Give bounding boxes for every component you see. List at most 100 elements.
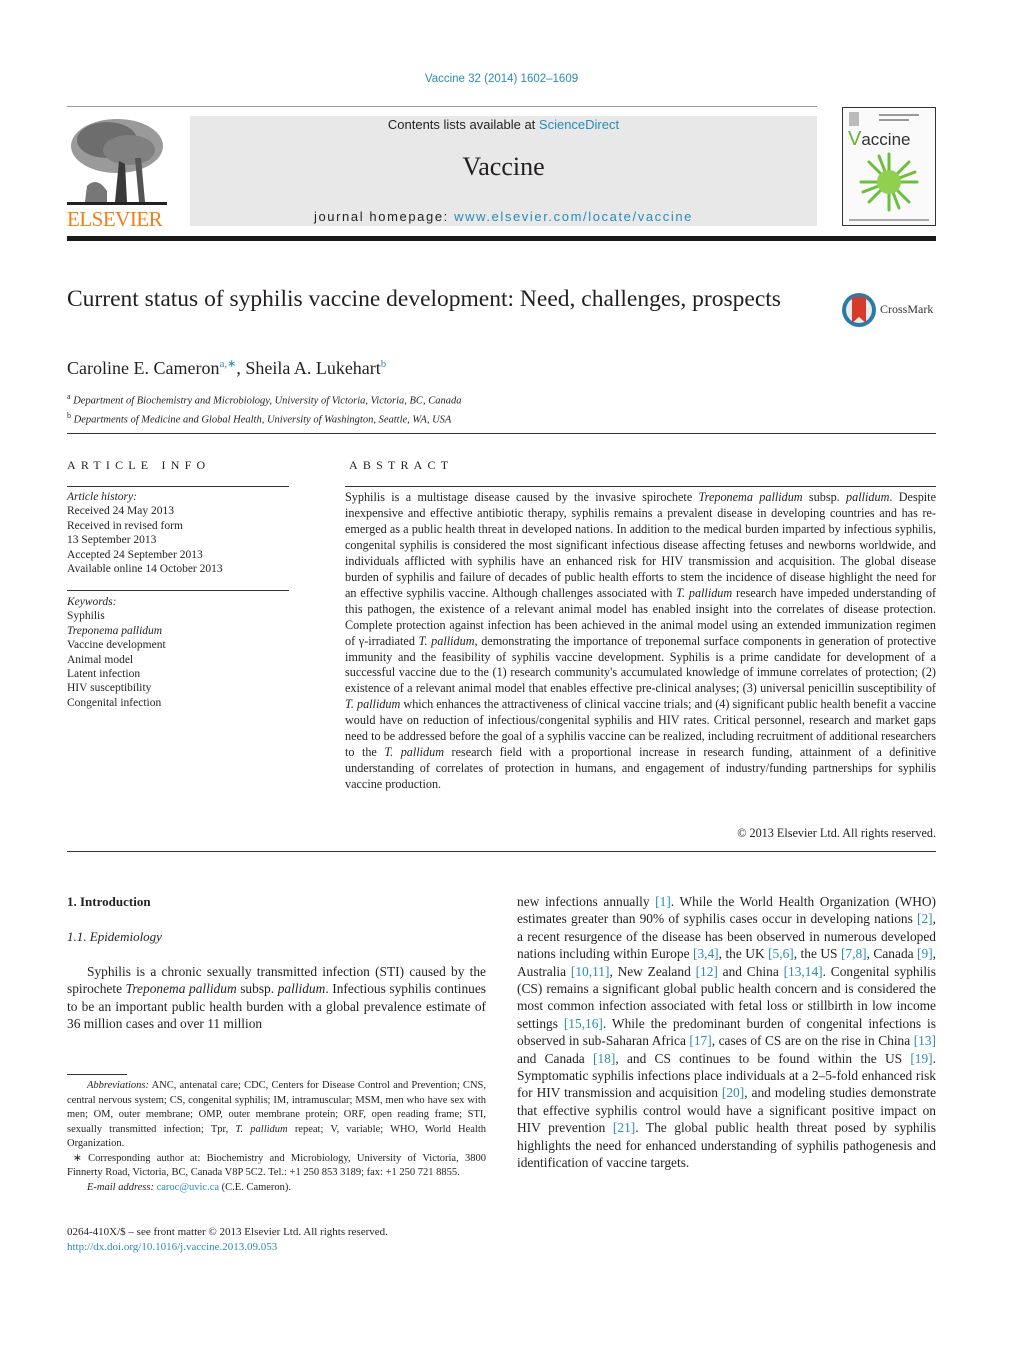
citation-link[interactable]: [10,11] bbox=[571, 964, 610, 979]
crossmark-label: CrossMark bbox=[880, 302, 934, 316]
text-run: Syphilis is a multistage disease caused … bbox=[345, 490, 699, 504]
affiliation-item: b Departments of Medicine and Global Hea… bbox=[67, 410, 452, 426]
affiliations: a Department of Biochemistry and Microbi… bbox=[67, 390, 461, 427]
author-separator: , bbox=[236, 358, 246, 378]
journal-homepage-link[interactable]: www.elsevier.com/locate/vaccine bbox=[454, 209, 693, 224]
italic-text: T. pallidum bbox=[418, 633, 475, 648]
cover-title: Vaccine bbox=[848, 128, 911, 150]
journal-masthead: Contents lists available at ScienceDirec… bbox=[190, 116, 817, 226]
citation-link[interactable]: [5,6] bbox=[768, 946, 794, 961]
text-run: subsp. bbox=[236, 981, 278, 997]
author-affiliation-mark[interactable]: b bbox=[381, 358, 387, 370]
subsection-heading: 1.1. Epidemiology bbox=[67, 929, 162, 944]
keywords: Keywords: Syphilis Treponema pallidum Vacc… bbox=[67, 595, 166, 710]
italic-text: Treponema pallidum bbox=[698, 490, 803, 504]
journal-name: Vaccine bbox=[462, 152, 545, 181]
header-rule bbox=[67, 106, 817, 107]
citation-link[interactable]: [20] bbox=[722, 1085, 744, 1100]
crossmark-button[interactable]: CrossMark bbox=[840, 291, 940, 329]
citation-link[interactable]: [13] bbox=[914, 1033, 936, 1048]
abstract-bottom-rule bbox=[67, 851, 936, 852]
cover-text-line bbox=[879, 119, 909, 121]
keyword-item: Vaccine development bbox=[67, 639, 166, 652]
text-run: , Canada bbox=[866, 946, 918, 962]
citation-link[interactable]: [15,16] bbox=[564, 1016, 603, 1031]
email-label: E-mail address: bbox=[87, 1181, 154, 1193]
text-run: , the US bbox=[793, 946, 841, 962]
abstract-text: Syphilis is a multistage disease caused … bbox=[345, 490, 936, 793]
keywords-rule bbox=[67, 590, 289, 591]
cover-elsevier-mini-logo bbox=[849, 112, 859, 126]
citation-link[interactable]: [1] bbox=[655, 894, 671, 909]
homepage-prefix: journal homepage: bbox=[313, 209, 455, 224]
issn-line: 0264-410X/$ – see front matter © 2013 El… bbox=[67, 1226, 388, 1238]
cover-footer-line bbox=[849, 219, 929, 221]
citation-link[interactable]: [7,8] bbox=[841, 946, 867, 961]
history-item: Received in revised form bbox=[67, 519, 183, 532]
italic-text: T. pallidum bbox=[676, 585, 733, 600]
front-matter: 0264-410X/$ – see front matter © 2013 El… bbox=[67, 1225, 388, 1255]
cover-text-line bbox=[879, 114, 919, 116]
article-history: Article history: Received 24 May 2013 Re… bbox=[67, 490, 223, 576]
text-run: , the UK bbox=[718, 946, 769, 962]
history-item: 13 September 2013 bbox=[67, 534, 157, 547]
citation-link[interactable]: [17] bbox=[689, 1033, 711, 1048]
article-info-heading: ARTICLE INFO bbox=[67, 458, 211, 472]
citation-link[interactable]: [9] bbox=[917, 946, 933, 961]
author-affiliation-mark[interactable]: a,∗ bbox=[219, 358, 236, 370]
italic-text: Treponema pallidum bbox=[125, 981, 237, 997]
italic-text: T. pallidum bbox=[345, 697, 401, 712]
abbreviations-footnote: Abbreviations: ANC, antenatal care; CDC,… bbox=[67, 1079, 486, 1152]
article-title: Current status of syphilis vaccine devel… bbox=[67, 286, 781, 312]
crossmark-icon bbox=[842, 293, 876, 327]
contents-prefix: Contents lists available at bbox=[387, 117, 539, 132]
keyword-list: Syphilis Treponema pallidum Vaccine develo… bbox=[67, 609, 166, 710]
doi-link[interactable]: http://dx.doi.org/10.1016/j.vaccine.2013… bbox=[67, 1241, 277, 1253]
history-item: Available online 14 October 2013 bbox=[67, 563, 223, 576]
author-name[interactable]: Caroline E. Cameron bbox=[67, 358, 219, 378]
keyword-item: HIV susceptibility bbox=[67, 682, 152, 695]
text-run: , New Zealand bbox=[609, 963, 696, 979]
email-footnote: E-mail address: caroc@uvic.ca (C.E. Came… bbox=[67, 1181, 486, 1196]
sciencedirect-link[interactable]: ScienceDirect bbox=[539, 117, 619, 132]
citation-link[interactable]: [19] bbox=[910, 1051, 932, 1066]
abstract-copyright: © 2013 Elsevier Ltd. All rights reserved… bbox=[737, 826, 936, 840]
text-run: . Despite inexpensive and effective anti… bbox=[345, 490, 936, 600]
author-list: Caroline E. Camerona,∗, Sheila A. Lukeha… bbox=[67, 357, 386, 379]
text-run: new infections annually bbox=[517, 894, 656, 909]
history-item: Received 24 May 2013 bbox=[67, 505, 174, 518]
keyword-item: Latent infection bbox=[67, 668, 141, 681]
abbreviations-label: Abbreviations: bbox=[87, 1080, 150, 1091]
italic-text: pallidum bbox=[277, 981, 326, 997]
title-rule bbox=[67, 433, 936, 434]
citation-link[interactable]: [3,4] bbox=[693, 946, 719, 961]
history-item: Accepted 24 September 2013 bbox=[67, 548, 203, 561]
text-run: subsp. bbox=[802, 490, 847, 504]
citation-link[interactable]: [12] bbox=[696, 964, 718, 979]
keyword-item: Treponema pallidum bbox=[67, 624, 163, 637]
text-run: , cases of CS are on the rise in China bbox=[711, 1033, 914, 1049]
citation-link[interactable]: [18] bbox=[593, 1051, 615, 1066]
header-thick-rule bbox=[67, 236, 936, 241]
body-paragraph: Syphilis is a chronic sexually transmitt… bbox=[67, 963, 486, 1033]
homepage-line: journal homepage: www.elsevier.com/locat… bbox=[190, 209, 817, 224]
author-name[interactable]: Sheila A. Lukehart bbox=[245, 358, 380, 378]
virus-illustration-icon bbox=[859, 152, 919, 212]
citation-link[interactable]: [2] bbox=[917, 911, 933, 926]
journal-cover-thumbnail[interactable]: Vaccine bbox=[842, 107, 936, 226]
abstract-rule bbox=[345, 486, 936, 487]
keywords-label: Keywords: bbox=[67, 596, 117, 608]
keyword-item: Animal model bbox=[67, 653, 134, 666]
citation-link[interactable]: [21] bbox=[613, 1120, 635, 1135]
article-info-rule bbox=[67, 486, 289, 487]
citation-link[interactable]: [13,14] bbox=[784, 964, 823, 979]
journal-citation-link[interactable]: Vaccine 32 (2014) 1602–1609 bbox=[0, 73, 1003, 85]
affiliation-item: a Department of Biochemistry and Microbi… bbox=[67, 392, 462, 407]
keyword-item: Syphilis bbox=[67, 610, 105, 623]
section-heading: 1. Introduction bbox=[67, 894, 151, 909]
italic-text: T. pallidum bbox=[384, 745, 445, 760]
email-link[interactable]: caroc@uvic.ca bbox=[157, 1182, 219, 1193]
email-suffix: (C.E. Cameron). bbox=[219, 1181, 292, 1193]
elsevier-logo[interactable]: ELSEVIER bbox=[67, 116, 167, 231]
text-run: , and CS continues to be found within th… bbox=[615, 1050, 911, 1066]
